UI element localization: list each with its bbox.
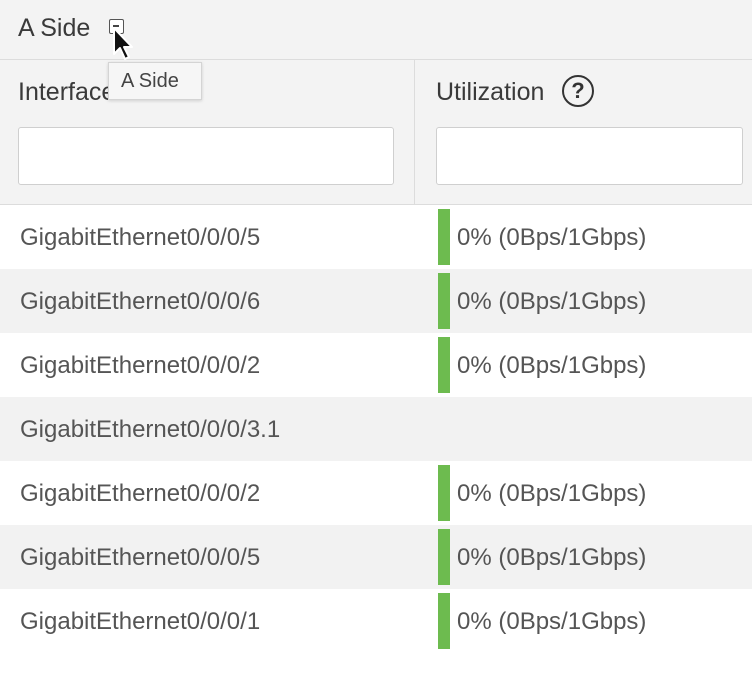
utilization-filter-input[interactable] bbox=[436, 127, 743, 185]
utilization-cell: 0% (0Bps/1Gbps) bbox=[457, 608, 647, 635]
interface-cell: GigabitEthernet0/0/0/2 bbox=[20, 480, 261, 507]
utilization-cell: 0% (0Bps/1Gbps) bbox=[457, 544, 647, 571]
interface-cell: GigabitEthernet0/0/0/3.1 bbox=[20, 416, 281, 443]
interface-cell: GigabitEthernet0/0/0/1 bbox=[20, 608, 261, 635]
table-row[interactable]: GigabitEthernet0/0/0/2 0% (0Bps/1Gbps) bbox=[0, 461, 752, 525]
table-row[interactable]: GigabitEthernet0/0/0/5 0% (0Bps/1Gbps) bbox=[0, 205, 752, 269]
table-row[interactable]: GigabitEthernet0/0/0/6 0% (0Bps/1Gbps) bbox=[0, 269, 752, 333]
section-header: A Side bbox=[0, 0, 752, 60]
table-row[interactable]: GigabitEthernet0/0/0/3.1 bbox=[0, 397, 752, 461]
table-row[interactable]: GigabitEthernet0/0/0/2 0% (0Bps/1Gbps) bbox=[0, 333, 752, 397]
utilization-cell: 0% (0Bps/1Gbps) bbox=[457, 352, 647, 379]
utilization-bar bbox=[438, 273, 450, 329]
table-row[interactable]: GigabitEthernet0/0/0/5 0% (0Bps/1Gbps) bbox=[0, 525, 752, 589]
utilization-cell: 0% (0Bps/1Gbps) bbox=[457, 224, 647, 251]
utilization-cell: 0% (0Bps/1Gbps) bbox=[457, 288, 647, 315]
table-row[interactable]: GigabitEthernet0/0/0/1 0% (0Bps/1Gbps) bbox=[0, 589, 752, 653]
column-header-utilization[interactable]: Utilization bbox=[436, 78, 544, 107]
column-header-interface[interactable]: Interface bbox=[18, 78, 115, 107]
utilization-bar bbox=[438, 465, 450, 521]
utilization-bar bbox=[438, 593, 450, 649]
section-title: A Side bbox=[18, 14, 91, 42]
utilization-bar bbox=[438, 337, 450, 393]
table-body: GigabitEthernet0/0/0/5 0% (0Bps/1Gbps) Gig… bbox=[0, 205, 752, 653]
utilization-bar bbox=[438, 529, 450, 585]
interface-cell: GigabitEthernet0/0/0/5 bbox=[20, 224, 261, 251]
interface-cell: GigabitEthernet0/0/0/5 bbox=[20, 544, 261, 571]
utilization-cell: 0% (0Bps/1Gbps) bbox=[457, 480, 647, 507]
interface-filter-input[interactable] bbox=[18, 127, 394, 185]
interface-cell: GigabitEthernet0/0/0/6 bbox=[20, 288, 261, 315]
help-icon[interactable]: ? bbox=[562, 75, 594, 107]
tooltip: A Side bbox=[108, 62, 202, 100]
interface-cell: GigabitEthernet0/0/0/2 bbox=[20, 352, 261, 379]
utilization-bar bbox=[438, 209, 450, 265]
column-divider[interactable] bbox=[414, 60, 415, 204]
mouse-cursor-icon bbox=[113, 27, 133, 60]
